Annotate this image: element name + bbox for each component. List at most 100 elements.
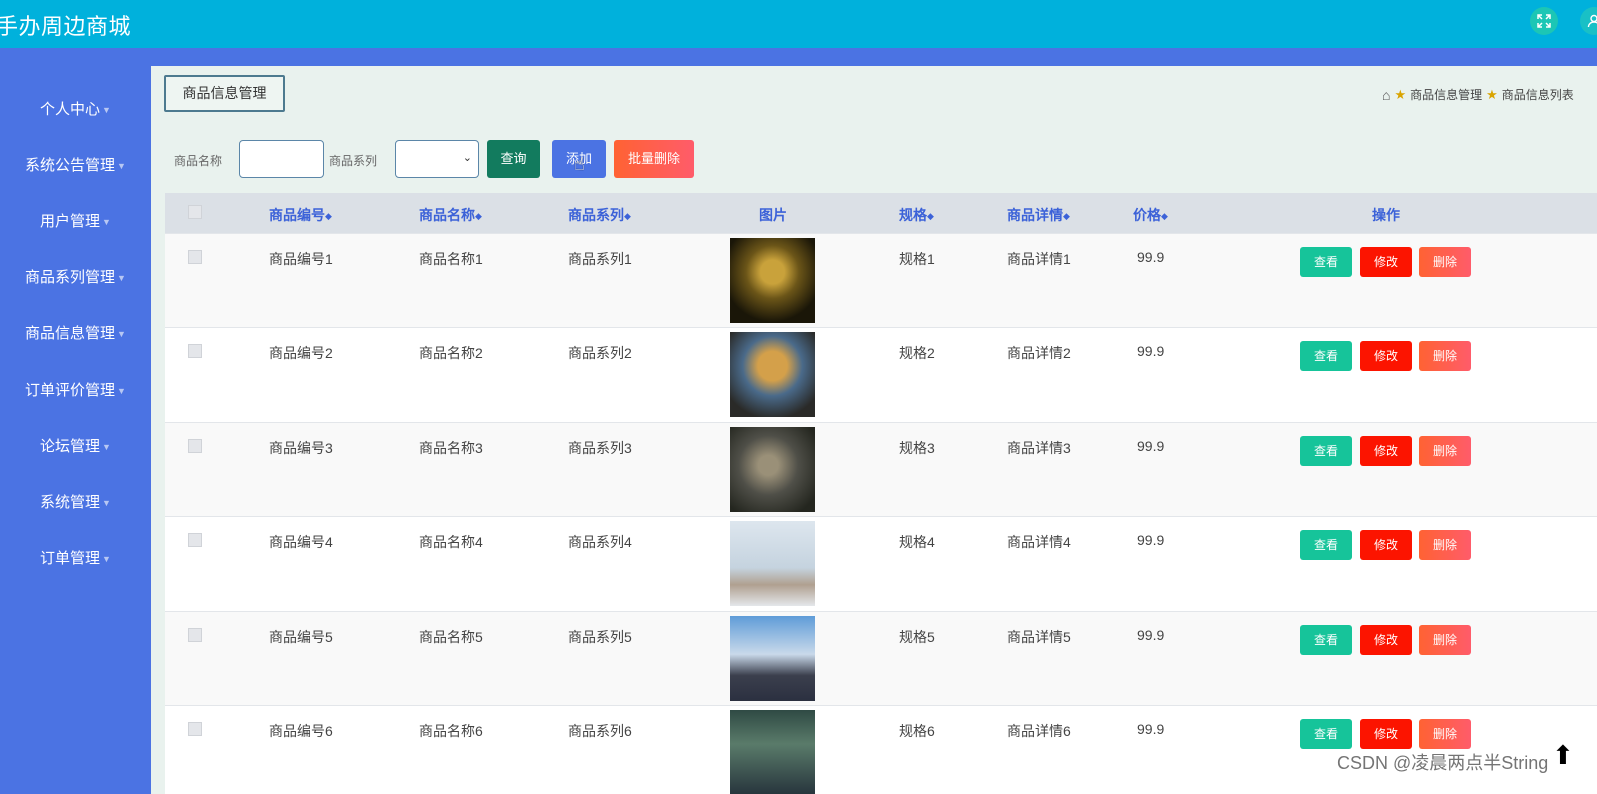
sort-icon: ◆ (1161, 210, 1168, 221)
breadcrumb: ⌂ ★ 商品信息管理 ★ 商品信息列表 (1382, 86, 1574, 103)
table-row: 商品编号2 商品名称2 商品系列2 规格2 商品详情2 99.9 查看 修改 删… (165, 327, 1597, 422)
view-button[interactable]: 查看 (1300, 719, 1352, 749)
row-checkbox[interactable] (188, 533, 202, 547)
edit-button[interactable]: 修改 (1360, 719, 1412, 749)
pointer-cursor-icon: ☝ (574, 154, 585, 174)
header-name[interactable]: 商品名称◆ (419, 205, 482, 225)
row-checkbox[interactable] (188, 722, 202, 736)
header-price[interactable]: 价格◆ (1133, 205, 1168, 225)
row-checkbox[interactable] (188, 628, 202, 642)
sidebar-item-announcements[interactable]: 系统公告管理 ▼ (0, 154, 151, 175)
sidebar-item-label: 用户管理 (40, 213, 101, 230)
product-name-label: 商品名称 (174, 154, 223, 168)
sort-icon: ◆ (475, 210, 482, 221)
header-label: 规格 (899, 207, 927, 223)
edit-button[interactable]: 修改 (1360, 530, 1412, 560)
cell-price: 99.9 (1137, 627, 1165, 643)
delete-button[interactable]: 删除 (1419, 530, 1471, 560)
product-image (730, 710, 815, 794)
cell-price: 99.9 (1137, 438, 1165, 454)
product-image (730, 332, 815, 417)
edit-button[interactable]: 修改 (1360, 625, 1412, 655)
edit-button[interactable]: 修改 (1360, 247, 1412, 277)
product-series-select[interactable]: ⌄ (395, 140, 479, 178)
delete-button[interactable]: 删除 (1419, 625, 1471, 655)
caret-down-icon: ▼ (102, 217, 111, 228)
sidebar-item-personal-center[interactable]: 个人中心 ▼ (0, 98, 151, 119)
caret-down-icon: ▼ (117, 386, 126, 397)
batch-delete-button[interactable]: 批量删除 (614, 140, 694, 178)
cell-name: 商品名称4 (419, 534, 483, 550)
user-icon[interactable] (1580, 7, 1597, 35)
row-checkbox[interactable] (188, 439, 202, 453)
sidebar-item-forum[interactable]: 论坛管理 ▼ (0, 435, 151, 456)
sidebar-item-label: 系统公告管理 (25, 157, 116, 174)
view-button[interactable]: 查看 (1300, 625, 1352, 655)
breadcrumb-item: 商品信息列表 (1501, 88, 1574, 102)
cell-code: 商品编号5 (269, 629, 333, 645)
header-label: 商品名称 (419, 207, 475, 223)
app-title: 手办周边商城 (0, 14, 132, 39)
header-code[interactable]: 商品编号◆ (269, 205, 332, 225)
view-button[interactable]: 查看 (1300, 530, 1352, 560)
top-bar: 手办周边商城 (0, 0, 1597, 48)
select-all-checkbox[interactable] (188, 205, 202, 219)
chevron-down-icon: ⌄ (462, 152, 472, 164)
sidebar-item-users[interactable]: 用户管理 ▼ (0, 210, 151, 231)
product-name-input[interactable] (239, 140, 324, 178)
edit-button[interactable]: 修改 (1360, 436, 1412, 466)
row-checkbox[interactable] (188, 344, 202, 358)
cell-detail: 商品详情3 (1007, 440, 1071, 456)
cell-spec: 规格5 (899, 629, 935, 645)
cell-price: 99.9 (1137, 343, 1165, 359)
back-to-top-icon[interactable]: ⬆ (1552, 740, 1574, 771)
expand-icon[interactable] (1530, 7, 1558, 35)
cell-name: 商品名称5 (419, 629, 483, 645)
cell-price: 99.9 (1137, 721, 1165, 737)
caret-down-icon: ▼ (102, 554, 111, 565)
sidebar-item-label: 商品信息管理 (25, 325, 116, 342)
cell-code: 商品编号3 (269, 440, 333, 456)
header-detail[interactable]: 商品详情◆ (1007, 205, 1070, 225)
delete-button[interactable]: 删除 (1419, 341, 1471, 371)
caret-down-icon: ▼ (102, 498, 111, 509)
header-spec[interactable]: 规格◆ (899, 205, 934, 225)
cell-series: 商品系列4 (568, 534, 632, 550)
cell-spec: 规格4 (899, 534, 935, 550)
cell-spec: 规格6 (899, 723, 935, 739)
delete-button[interactable]: 删除 (1419, 719, 1471, 749)
caret-down-icon: ▼ (117, 161, 126, 172)
breadcrumb-item[interactable]: 商品信息管理 (1410, 86, 1482, 103)
header-label: 价格 (1133, 207, 1161, 223)
sidebar-item-label: 订单评价管理 (25, 382, 116, 399)
star-icon: ★ (1486, 86, 1498, 102)
cell-series: 商品系列5 (568, 629, 632, 645)
sidebar-item-system[interactable]: 系统管理 ▼ (0, 491, 151, 512)
sort-icon: ◆ (624, 210, 631, 221)
star-icon: ★ (1394, 86, 1407, 102)
sidebar (0, 66, 151, 794)
header-image: 图片 (759, 207, 787, 223)
view-button[interactable]: 查看 (1300, 436, 1352, 466)
sub-header-bar (0, 48, 1597, 66)
home-icon[interactable]: ⌂ (1382, 87, 1390, 103)
sidebar-item-product-series[interactable]: 商品系列管理 ▼ (0, 266, 151, 287)
module-tag[interactable]: 商品信息管理 (164, 75, 285, 112)
header-series[interactable]: 商品系列◆ (568, 205, 631, 225)
row-checkbox[interactable] (188, 250, 202, 264)
product-image (730, 427, 815, 512)
query-button[interactable]: 查询 (487, 140, 540, 178)
edit-button[interactable]: 修改 (1360, 341, 1412, 371)
view-button[interactable]: 查看 (1300, 341, 1352, 371)
sidebar-item-order-reviews[interactable]: 订单评价管理 ▼ (0, 379, 151, 400)
delete-button[interactable]: 删除 (1419, 247, 1471, 277)
delete-button[interactable]: 删除 (1419, 436, 1471, 466)
header-label: 商品系列 (568, 207, 624, 223)
view-button[interactable]: 查看 (1300, 247, 1352, 277)
sidebar-item-product-info[interactable]: 商品信息管理 ▼ (0, 322, 151, 343)
cell-name: 商品名称2 (419, 345, 483, 361)
cell-code: 商品编号6 (269, 723, 333, 739)
sidebar-item-label: 商品系列管理 (25, 269, 116, 286)
sidebar-item-orders[interactable]: 订单管理 ▼ (0, 547, 151, 568)
cell-detail: 商品详情1 (1007, 251, 1071, 267)
